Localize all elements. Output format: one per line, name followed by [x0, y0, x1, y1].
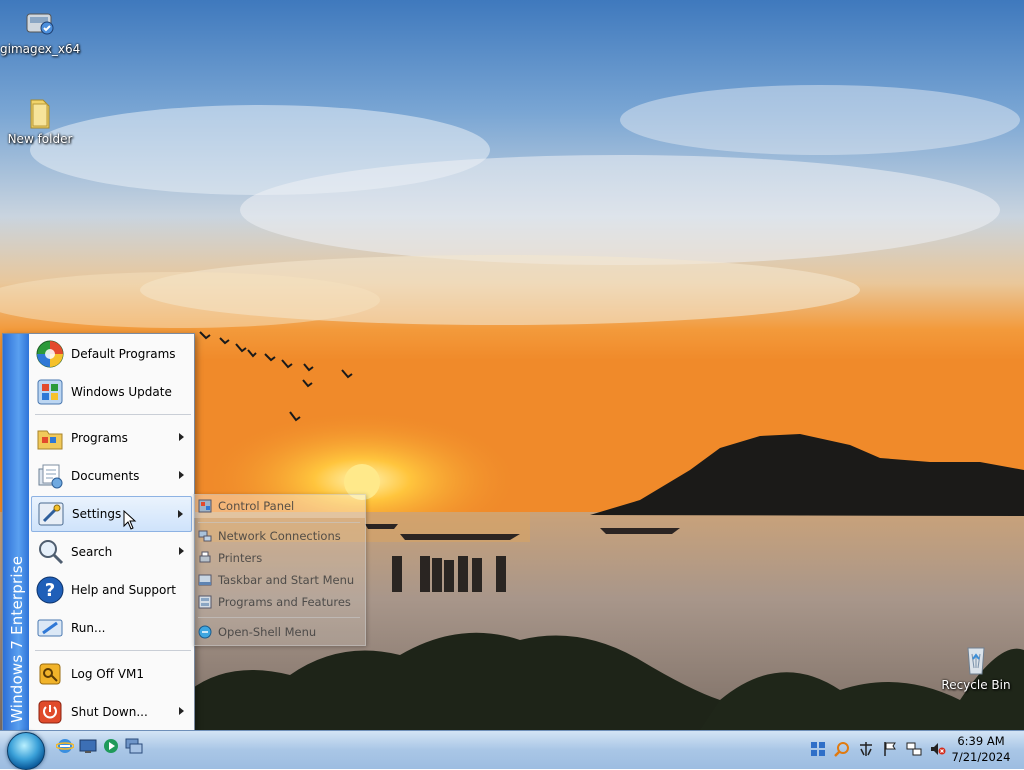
printer-icon	[198, 551, 212, 565]
menu-separator	[35, 650, 191, 651]
menu-item-programs[interactable]: Programs	[31, 420, 192, 456]
desktop-icon-new-folder[interactable]: New folder	[0, 96, 80, 146]
menu-item-log-off[interactable]: Log Off VM1	[31, 656, 192, 692]
shut-down-icon	[35, 697, 65, 727]
submenu-item-open-shell-menu[interactable]: Open-Shell Menu	[194, 622, 365, 642]
submenu-item-label: Taskbar and Start Menu	[218, 573, 355, 587]
submenu-arrow-icon	[179, 707, 184, 715]
log-off-icon	[35, 659, 65, 689]
menu-item-search[interactable]: Search	[31, 534, 192, 570]
menu-item-label: Programs	[71, 431, 128, 445]
desktop-icon-recycle-bin[interactable]: Recycle Bin	[936, 642, 1016, 692]
menu-item-label: Run...	[71, 621, 106, 635]
app-grid-icon[interactable]	[810, 741, 826, 757]
submenu-arrow-icon	[179, 547, 184, 555]
svg-text:?: ?	[45, 580, 55, 601]
desktop-icon-label: New folder	[7, 132, 73, 146]
help-icon: ?	[35, 575, 65, 605]
menu-item-label: Windows Update	[71, 385, 172, 399]
settings-submenu: Control Panel Network Connections Printe…	[193, 494, 366, 646]
search-tray-icon[interactable]	[834, 741, 850, 757]
desktop-icon-gimagex[interactable]: gimagex_x64	[0, 6, 80, 56]
submenu-arrow-icon	[179, 433, 184, 441]
disk-tool-icon	[23, 6, 57, 40]
programs-icon	[35, 423, 65, 453]
submenu-arrow-icon	[179, 471, 184, 479]
network-tray-icon[interactable]	[906, 741, 922, 757]
submenu-item-printers[interactable]: Printers	[194, 548, 365, 568]
settings-icon	[36, 499, 66, 529]
menu-item-shut-down[interactable]: Shut Down...	[31, 694, 192, 730]
submenu-item-label: Printers	[218, 551, 263, 565]
menu-item-label: Shut Down...	[71, 705, 148, 719]
switch-windows-icon[interactable]	[125, 737, 143, 755]
submenu-item-label: Programs and Features	[218, 595, 351, 609]
submenu-item-control-panel[interactable]: Control Panel	[194, 496, 365, 516]
menu-item-documents[interactable]: Documents	[31, 458, 192, 494]
mouse-cursor-icon	[123, 510, 137, 530]
menu-item-run[interactable]: Run...	[31, 610, 192, 646]
start-menu-banner: Windows 7 Enterprise	[3, 334, 29, 731]
internet-explorer-icon[interactable]	[55, 737, 75, 755]
menu-item-settings[interactable]: Settings	[31, 496, 192, 532]
menu-separator	[35, 414, 191, 415]
network-icon	[198, 529, 212, 543]
menu-item-label: Help and Support	[71, 583, 176, 597]
clock-time: 6:39 AM	[957, 734, 1005, 748]
menu-item-label: Settings	[72, 507, 122, 521]
desktop-icon-label: Recycle Bin	[941, 678, 1011, 692]
folder-icon	[23, 96, 57, 130]
taskbar-icon	[198, 573, 212, 587]
windows-update-icon	[35, 377, 65, 407]
menu-item-windows-update[interactable]: Windows Update	[31, 374, 192, 410]
search-icon	[35, 537, 65, 567]
clock-date: 7/21/2024	[951, 750, 1011, 764]
submenu-item-taskbar-and-start-menu[interactable]: Taskbar and Start Menu	[194, 570, 365, 590]
show-desktop-icon[interactable]	[79, 737, 97, 755]
submenu-item-label: Network Connections	[218, 529, 341, 543]
menu-item-label: Search	[71, 545, 113, 559]
menu-item-label: Default Programs	[71, 347, 176, 361]
menu-item-help-and-support[interactable]: ? Help and Support	[31, 572, 192, 608]
open-shell-icon	[198, 625, 212, 639]
start-menu: Windows 7 Enterprise Default Programs Wi…	[2, 333, 195, 732]
taskbar: 6:39 AM 7/21/2024	[0, 730, 1024, 770]
run-icon	[35, 613, 65, 643]
submenu-item-programs-and-features[interactable]: Programs and Features	[194, 592, 365, 612]
control-panel-icon	[198, 499, 212, 513]
menu-item-label: Documents	[71, 469, 140, 483]
menu-item-label: Log Off VM1	[71, 667, 144, 681]
action-center-flag-icon[interactable]	[882, 741, 898, 757]
default-programs-icon	[35, 339, 65, 369]
recycle-bin-icon	[959, 642, 993, 676]
submenu-arrow-icon	[178, 510, 183, 518]
submenu-item-label: Control Panel	[218, 499, 295, 513]
submenu-item-network-connections[interactable]: Network Connections	[194, 526, 365, 546]
submenu-item-label: Open-Shell Menu	[218, 625, 317, 639]
input-method-icon[interactable]	[858, 741, 874, 757]
submenu-separator	[198, 522, 360, 523]
desktop-icon-label: gimagex_x64	[0, 42, 81, 56]
start-button[interactable]	[7, 732, 45, 770]
programs-features-icon	[198, 595, 212, 609]
media-player-icon[interactable]	[102, 737, 120, 755]
taskbar-clock[interactable]: 6:39 AM 7/21/2024	[938, 733, 1024, 765]
menu-item-default-programs[interactable]: Default Programs	[31, 336, 192, 372]
submenu-separator	[198, 617, 360, 618]
start-menu-banner-text: Windows 7 Enterprise	[8, 555, 26, 723]
documents-icon	[35, 461, 65, 491]
